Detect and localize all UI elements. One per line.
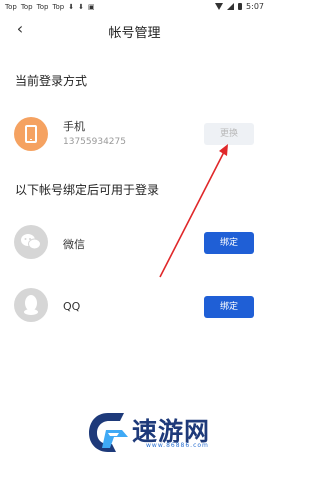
qq-icon [24, 295, 38, 315]
wifi-icon [215, 3, 224, 10]
notification-label: Top [52, 3, 65, 11]
login-method-title: 手机 [63, 120, 85, 133]
current-login-row: 手机 13755934275 更换 [0, 115, 269, 155]
notification-label: Top [5, 3, 17, 11]
watermark-url: www.86886.com [146, 442, 209, 449]
signal-icon [227, 3, 235, 10]
nav-bar: ‹ 帐号管理 [0, 16, 269, 44]
status-bar: Top Top Top Top ⬇ ⬇ ▣ 5:07 [0, 0, 269, 16]
app-notification-icon: ▣ [88, 3, 95, 11]
notification-label: Top [36, 3, 49, 11]
current-login-section-title: 当前登录方式 [15, 74, 88, 88]
qq-avatar [14, 288, 48, 322]
status-notifications: Top Top Top Top ⬇ ⬇ ▣ [5, 3, 95, 11]
bindings-section-title: 以下帐号绑定后可用于登录 [15, 183, 160, 197]
battery-icon [238, 3, 243, 10]
binding-row-qq: QQ 绑定 [0, 288, 269, 328]
notification-label: Top [20, 3, 33, 11]
phone-avatar [14, 117, 48, 151]
download-icon: ⬇ [68, 3, 75, 11]
qq-label: QQ [63, 300, 81, 313]
wechat-avatar [14, 225, 48, 259]
change-phone-button[interactable]: 更换 [204, 123, 254, 145]
watermark: 速游网 www.86886.com [86, 408, 256, 460]
binding-row-wechat: 微信 绑定 [0, 225, 269, 265]
status-time: 5:07 [246, 2, 264, 11]
status-indicators: 5:07 [215, 2, 264, 11]
bind-wechat-button[interactable]: 绑定 [204, 232, 254, 254]
watermark-logo-icon [89, 413, 128, 452]
phone-icon [25, 125, 37, 143]
page-title: 帐号管理 [108, 26, 161, 41]
wechat-label: 微信 [63, 238, 85, 251]
bind-qq-button[interactable]: 绑定 [204, 296, 254, 318]
phone-number: 13755934275 [63, 137, 126, 147]
download-icon: ⬇ [78, 3, 84, 11]
wechat-icon [21, 234, 41, 250]
